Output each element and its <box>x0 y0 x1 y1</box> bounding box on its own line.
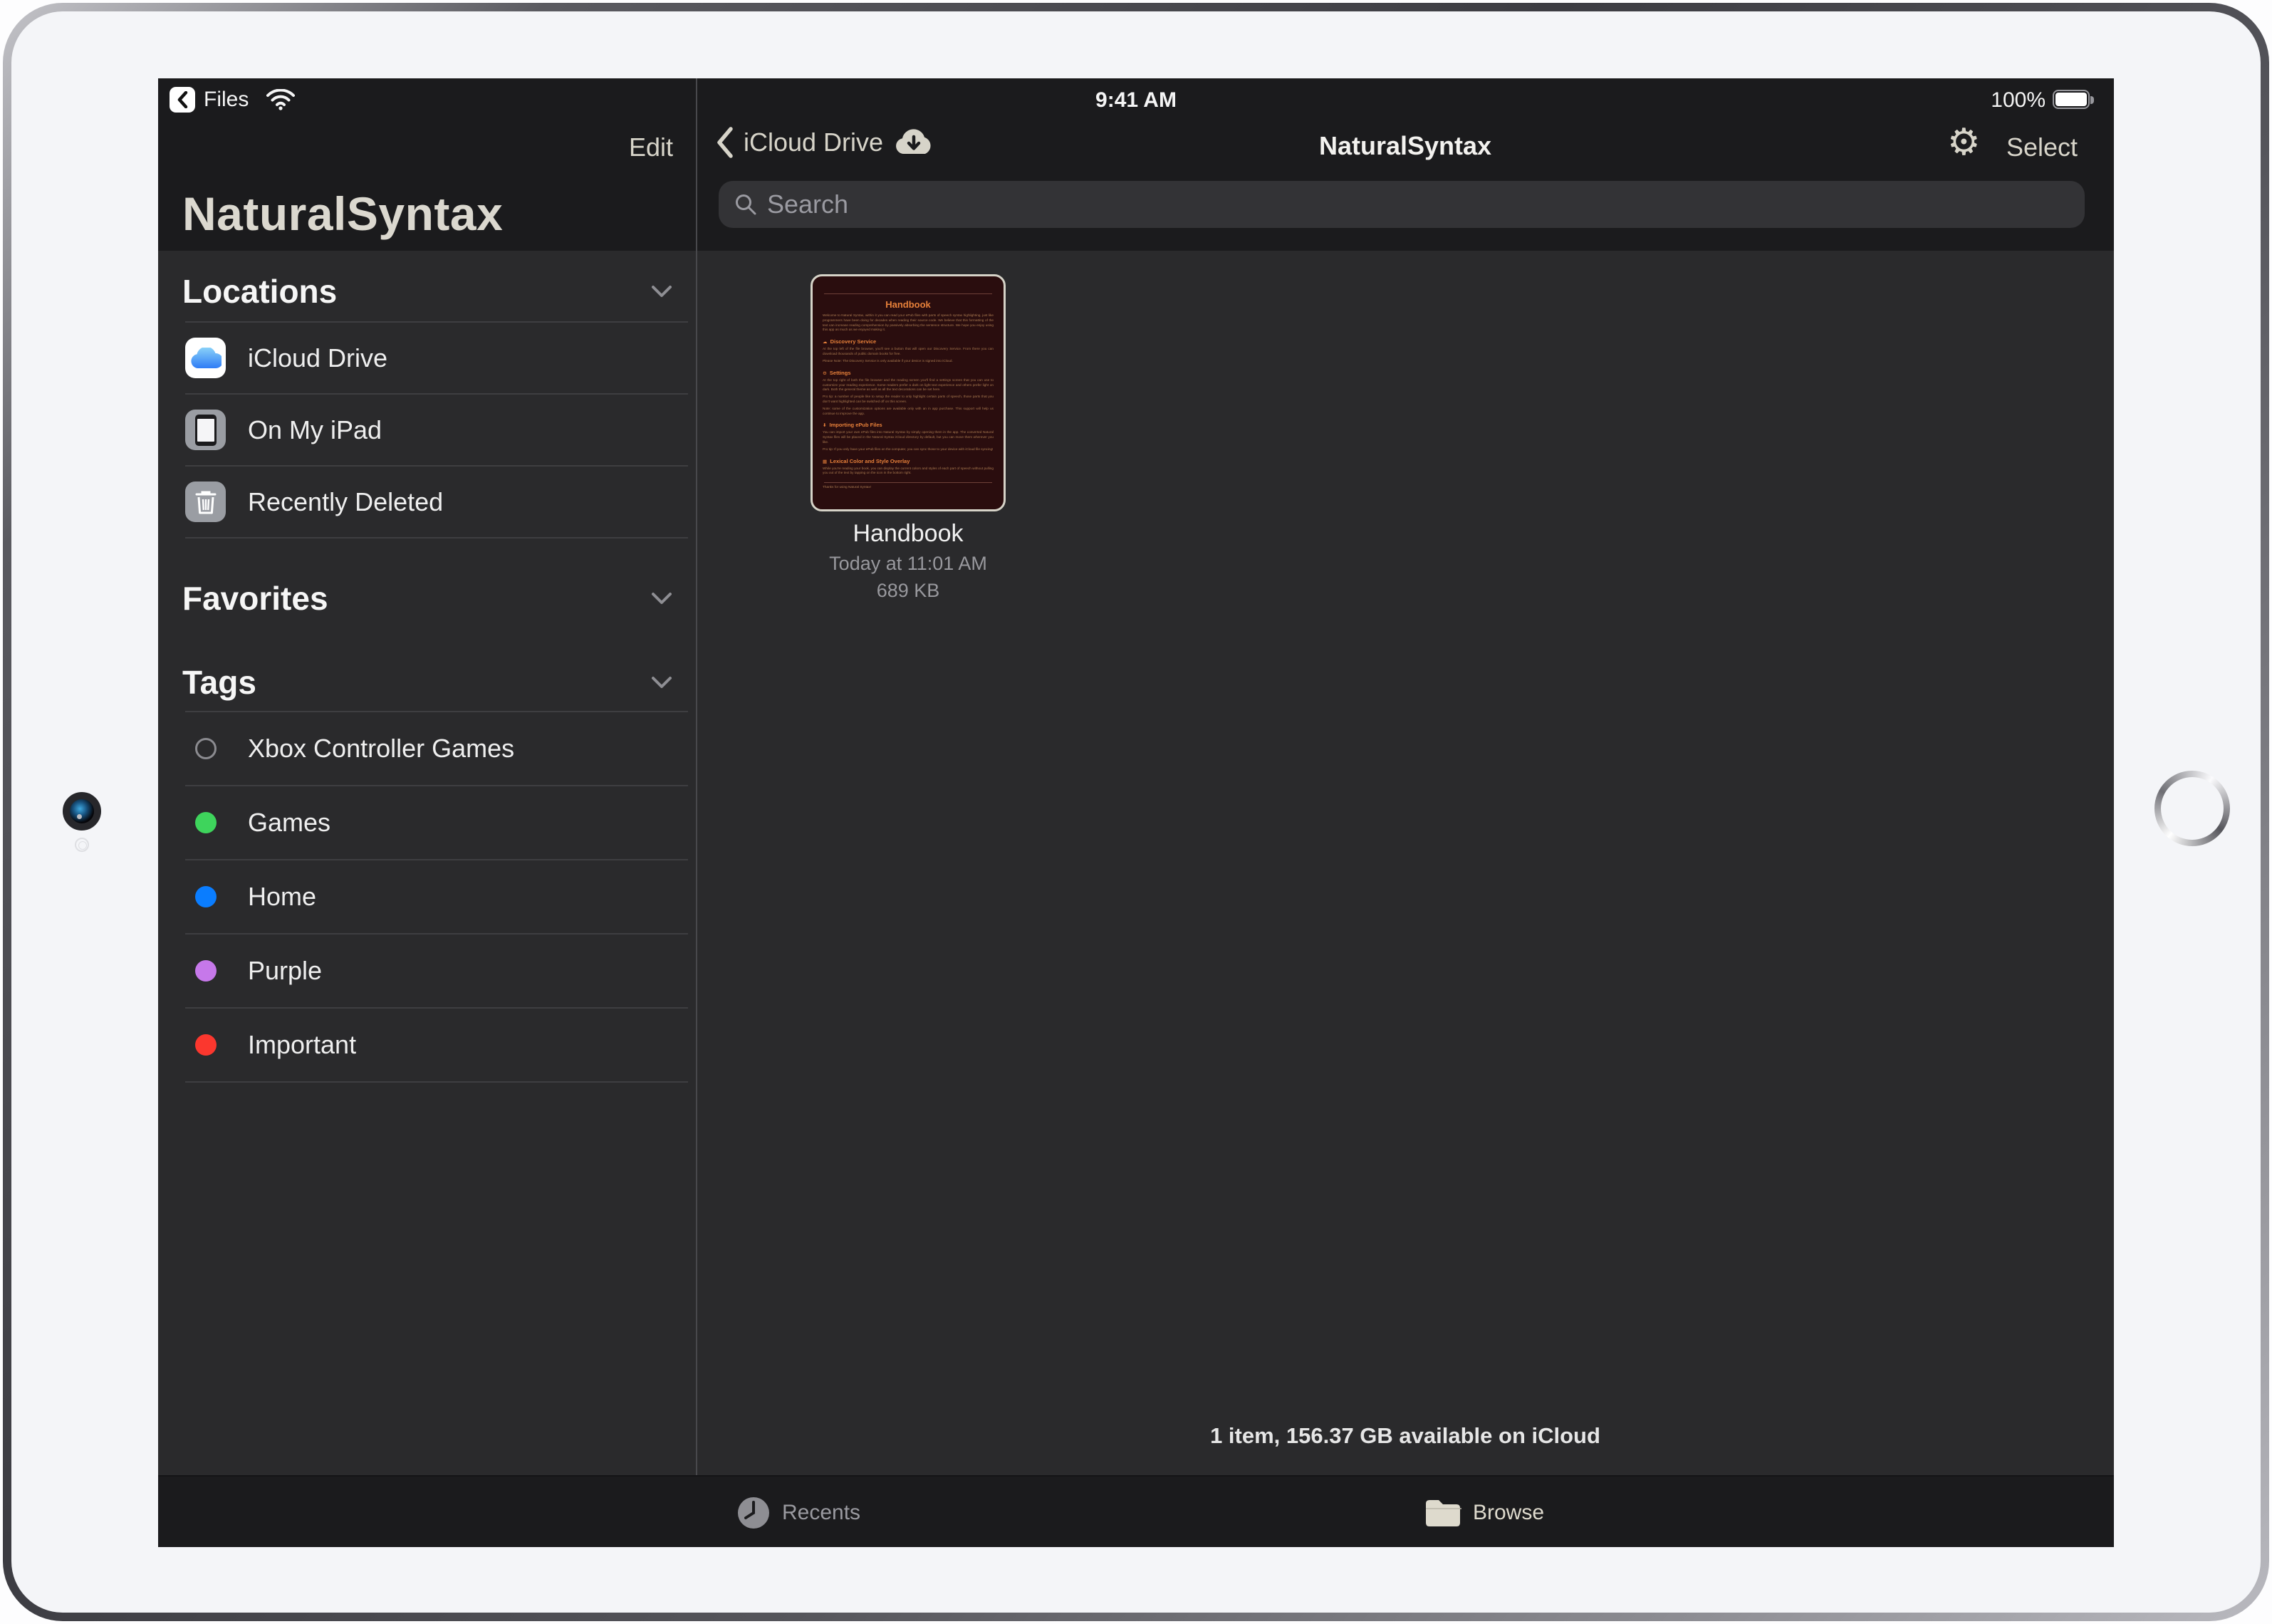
thumbnail-section-heading: ⬇ Importing ePub Files <box>823 422 994 428</box>
thumbnail-section-heading: ⚙ Settings <box>823 370 994 376</box>
file-handbook[interactable]: Handbook Welcome to Natural Syntax, with… <box>811 274 1006 602</box>
tag-label: Important <box>248 1030 356 1060</box>
sidebar-tag-important[interactable]: Important <box>185 1009 688 1083</box>
thumbnail-section-glyph-icon: ⚙ <box>823 370 827 376</box>
thumbnail-section-glyph-icon: ▦ <box>823 459 827 464</box>
tag-label: Games <box>248 808 330 838</box>
home-button[interactable] <box>2154 771 2230 846</box>
settings-gear-icon[interactable]: ⚙ <box>1947 121 1981 164</box>
thumbnail-rule <box>824 482 992 483</box>
file-name: Handbook <box>811 520 1006 548</box>
favorites-section-header[interactable]: Favorites <box>182 579 672 618</box>
select-button[interactable]: Select <box>1981 132 2078 162</box>
folder-icon <box>1424 1498 1461 1528</box>
thumbnail-section-heading: ▦ Lexical Color and Style Overlay <box>823 458 994 464</box>
files-app-screen: Files 9:41 AM 100% Edit NaturalSyntax iC… <box>158 78 2114 1547</box>
tag-color-dot-icon <box>195 886 217 907</box>
thumbnail-paragraph: While you're reading your book, you can … <box>823 467 994 477</box>
thumbnail-sections: ☁ Discovery Service At the top left of th… <box>823 338 994 476</box>
tags-section-header[interactable]: Tags <box>182 663 672 702</box>
search-icon <box>734 193 757 216</box>
chevron-down-icon <box>651 676 672 689</box>
tags-header-label: Tags <box>182 663 256 702</box>
trash-icon <box>185 482 226 522</box>
file-modified-date: Today at 11:01 AM <box>811 553 1006 575</box>
icloud-drive-icon <box>185 338 226 378</box>
thumbnail-paragraph: At the top left of the file browser, you… <box>823 347 994 357</box>
thumbnail-rule <box>824 293 992 294</box>
favorites-header-label: Favorites <box>182 579 328 618</box>
front-camera <box>63 792 101 831</box>
thumbnail-section-glyph-icon: ☁ <box>823 339 828 345</box>
locations-header-label: Locations <box>182 272 337 311</box>
thumbnail-paragraph: Please Note: The Discovery Service is on… <box>823 359 994 364</box>
sidebar-item-on-my-ipad[interactable]: On My iPad <box>185 395 688 467</box>
thumbnail-section-heading: ☁ Discovery Service <box>823 338 994 345</box>
status-bar: Files 9:41 AM 100% <box>158 78 2114 121</box>
thumbnail-closing: Thanks for using Natural Syntax! <box>823 485 994 490</box>
thumbnail-paragraph: Note: some of the customization options … <box>823 407 994 417</box>
tag-color-dot-icon <box>195 1034 217 1056</box>
thumbnail-paragraph: You can import your own ePub files into … <box>823 430 994 444</box>
file-size: 689 KB <box>811 580 1006 602</box>
thumbnail-title: Handbook <box>823 299 994 310</box>
sidebar-item-recently-deleted[interactable]: Recently Deleted <box>185 467 688 538</box>
tag-color-dot-icon <box>195 960 217 982</box>
sidebar-app-title: NaturalSyntax <box>182 187 503 241</box>
sidebar-tag-xbox-controller-games[interactable]: Xbox Controller Games <box>185 712 688 786</box>
tag-color-dot-icon <box>195 738 217 759</box>
sidebar-divider <box>696 78 697 1475</box>
thumbnail-intro: Welcome to Natural Syntax, within it you… <box>823 313 994 333</box>
battery-percent: 100% <box>1991 88 2046 113</box>
tab-browse-label: Browse <box>1473 1501 1544 1525</box>
search-input[interactable] <box>767 183 2085 226</box>
battery-icon <box>2053 90 2090 109</box>
tab-browse[interactable]: Browse <box>1424 1477 1544 1547</box>
sidebar-item-icloud-drive[interactable]: iCloud Drive <box>185 323 688 395</box>
tab-recents-label: Recents <box>782 1501 860 1525</box>
file-thumbnail-page: Handbook Welcome to Natural Syntax, with… <box>811 274 1006 511</box>
status-clock: 9:41 AM <box>158 88 2114 113</box>
tab-recents[interactable]: Recents <box>736 1477 860 1547</box>
page-title: NaturalSyntax <box>697 131 2114 161</box>
sidebar-edit-button[interactable]: Edit <box>600 132 673 162</box>
thumbnail-paragraph: Pro tip: If you only have your ePub file… <box>823 447 994 452</box>
thumbnail-paragraph: At the top right of both the file browse… <box>823 378 994 392</box>
sidebar-tag-games[interactable]: Games <box>185 786 688 860</box>
sidebar-item-label: Recently Deleted <box>248 487 443 517</box>
tag-label: Home <box>248 882 316 912</box>
tag-label: Purple <box>248 956 322 986</box>
thumbnail-paragraph: Pro tip: a number of people like to setu… <box>823 395 994 405</box>
tab-bar: Recents Browse <box>158 1475 2114 1547</box>
search-bar[interactable] <box>719 181 2085 228</box>
ipad-icon <box>185 410 226 450</box>
clock-icon <box>736 1496 771 1530</box>
thumbnail-section-glyph-icon: ⬇ <box>823 422 826 428</box>
camera-glint-icon <box>77 814 82 819</box>
sidebar-item-label: iCloud Drive <box>248 343 387 373</box>
sidebar-tag-purple[interactable]: Purple <box>185 935 688 1009</box>
light-sensor <box>75 838 89 852</box>
tags-list: Xbox Controller Games Games Home Purple Impo… <box>185 711 688 1083</box>
screenshot-stage: Files 9:41 AM 100% Edit NaturalSyntax iC… <box>0 0 2272 1624</box>
sidebar-tag-home[interactable]: Home <box>185 860 688 935</box>
item-count-status: 1 item, 156.37 GB available on iCloud <box>697 1423 2114 1449</box>
sidebar-item-label: On My iPad <box>248 415 382 445</box>
chevron-down-icon <box>651 285 672 298</box>
chevron-down-icon <box>651 592 672 605</box>
locations-section-header[interactable]: Locations <box>182 272 672 311</box>
tag-label: Xbox Controller Games <box>248 734 514 764</box>
tag-color-dot-icon <box>195 812 217 833</box>
